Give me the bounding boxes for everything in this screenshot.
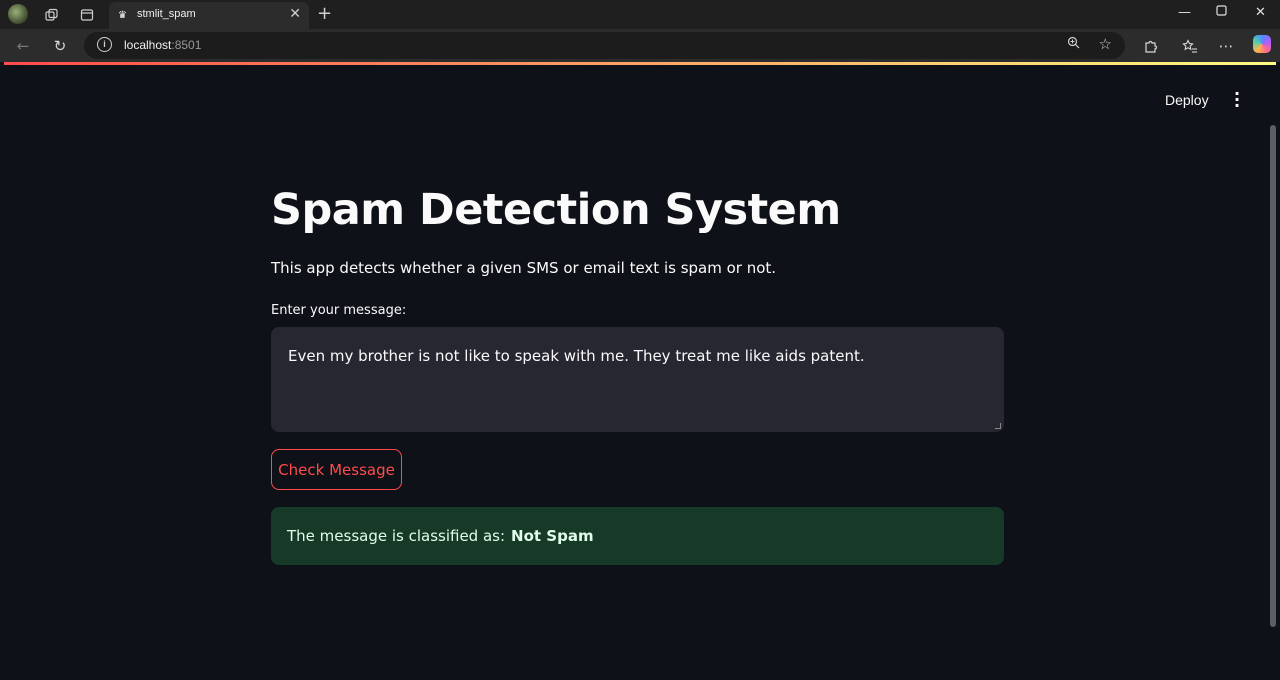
tab-title: stmlit_spam	[137, 8, 196, 20]
deploy-button[interactable]: Deploy	[1165, 92, 1209, 108]
favorites-icon[interactable]	[1179, 35, 1201, 57]
main-menu-icon[interactable]: · · ·	[1231, 86, 1243, 114]
resize-handle-icon[interactable]	[995, 423, 1001, 429]
workspaces-icon[interactable]	[41, 4, 63, 26]
url-text[interactable]: localhost:8501	[124, 38, 201, 52]
browser-tab[interactable]: ♛ stmlit_spam ✕	[109, 2, 309, 29]
browser-nav-bar: ← ↻ i localhost:8501 ☆ ⋯	[0, 29, 1280, 62]
close-icon[interactable]: ✕	[289, 6, 301, 22]
window-close-icon[interactable]: ✕	[1255, 5, 1266, 20]
app-container: Deploy · · · Spam Detection System This ap…	[4, 65, 1276, 680]
reload-icon[interactable]: ↻	[49, 35, 71, 57]
minimize-icon[interactable]: —	[1178, 5, 1191, 20]
check-message-button[interactable]: Check Message	[271, 449, 402, 490]
browser-tab-bar: ♛ stmlit_spam ✕ + — ✕	[0, 0, 1280, 29]
zoom-icon[interactable]	[1067, 36, 1080, 53]
maximize-icon[interactable]	[1216, 5, 1227, 20]
address-bar[interactable]: i localhost:8501 ☆	[84, 32, 1125, 59]
back-arrow-icon[interactable]: ←	[12, 35, 34, 57]
tab-actions-icon[interactable]	[76, 4, 98, 26]
profile-avatar-icon[interactable]	[8, 4, 28, 24]
plus-icon[interactable]: +	[317, 3, 332, 24]
page-title: Spam Detection System	[271, 185, 841, 235]
app-description: This app detects whether a given SMS or …	[271, 259, 777, 277]
message-input-label: Enter your message:	[271, 303, 407, 318]
star-icon[interactable]: ☆	[1099, 35, 1112, 53]
more-dots-icon[interactable]: ⋯	[1215, 35, 1237, 57]
result-prefix: The message is classified as:	[287, 527, 506, 545]
streamlit-crown-icon: ♛	[118, 10, 127, 21]
puzzle-icon[interactable]	[1139, 35, 1161, 57]
message-text[interactable]: Even my brother is not like to speak wit…	[288, 347, 865, 365]
message-textarea[interactable]: Even my brother is not like to speak wit…	[271, 327, 1004, 432]
scrollbar[interactable]	[1270, 125, 1276, 627]
result-alert: The message is classified as: Not Spam	[271, 507, 1004, 565]
result-verdict: Not Spam	[511, 527, 594, 545]
info-icon[interactable]: i	[97, 37, 112, 52]
copilot-icon[interactable]	[1253, 35, 1271, 53]
